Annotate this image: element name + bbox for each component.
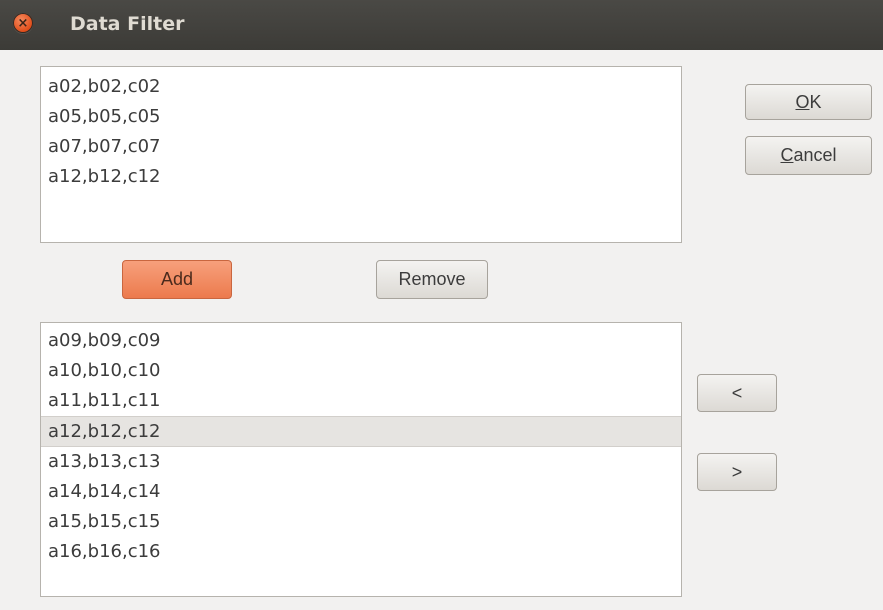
list-item[interactable]: a11,b11,c11 (41, 386, 681, 416)
add-button[interactable]: Add (122, 260, 232, 299)
data-filter-dialog: × Data Filter a02,b02,c02 a05,b05,c05 a0… (0, 0, 883, 610)
close-icon[interactable]: × (13, 13, 33, 33)
list-item-selected[interactable]: a12,b12,c12 (41, 416, 681, 447)
window-title: Data Filter (70, 13, 185, 35)
list-item[interactable]: a14,b14,c14 (41, 477, 681, 507)
list-item[interactable]: a16,b16,c16 (41, 537, 681, 567)
list-item[interactable]: a05,b05,c05 (41, 102, 681, 132)
ok-mnemonic: O (795, 91, 810, 112)
title-bar: × Data Filter (0, 0, 883, 50)
remove-button[interactable]: Remove (376, 260, 488, 299)
move-left-button[interactable]: < (697, 374, 777, 412)
list-item[interactable]: a12,b12,c12 (41, 162, 681, 192)
cancel-label-rest: ancel (793, 145, 837, 165)
list-item[interactable]: a10,b10,c10 (41, 356, 681, 386)
ok-button[interactable]: OK (745, 84, 872, 120)
cancel-mnemonic: C (780, 145, 794, 165)
list-item[interactable]: a13,b13,c13 (41, 447, 681, 477)
list-item[interactable]: a09,b09,c09 (41, 326, 681, 356)
list-item[interactable]: a15,b15,c15 (41, 507, 681, 537)
list-item[interactable]: a07,b07,c07 (41, 132, 681, 162)
move-right-button[interactable]: > (697, 453, 777, 491)
available-values-list[interactable]: a09,b09,c09 a10,b10,c10 a11,b11,c11 a12,… (40, 322, 682, 597)
selected-filters-list[interactable]: a02,b02,c02 a05,b05,c05 a07,b07,c07 a12,… (40, 66, 682, 243)
cancel-button[interactable]: Cancel (745, 136, 872, 175)
list-item[interactable]: a02,b02,c02 (41, 72, 681, 102)
ok-label-rest: K (809, 91, 822, 112)
